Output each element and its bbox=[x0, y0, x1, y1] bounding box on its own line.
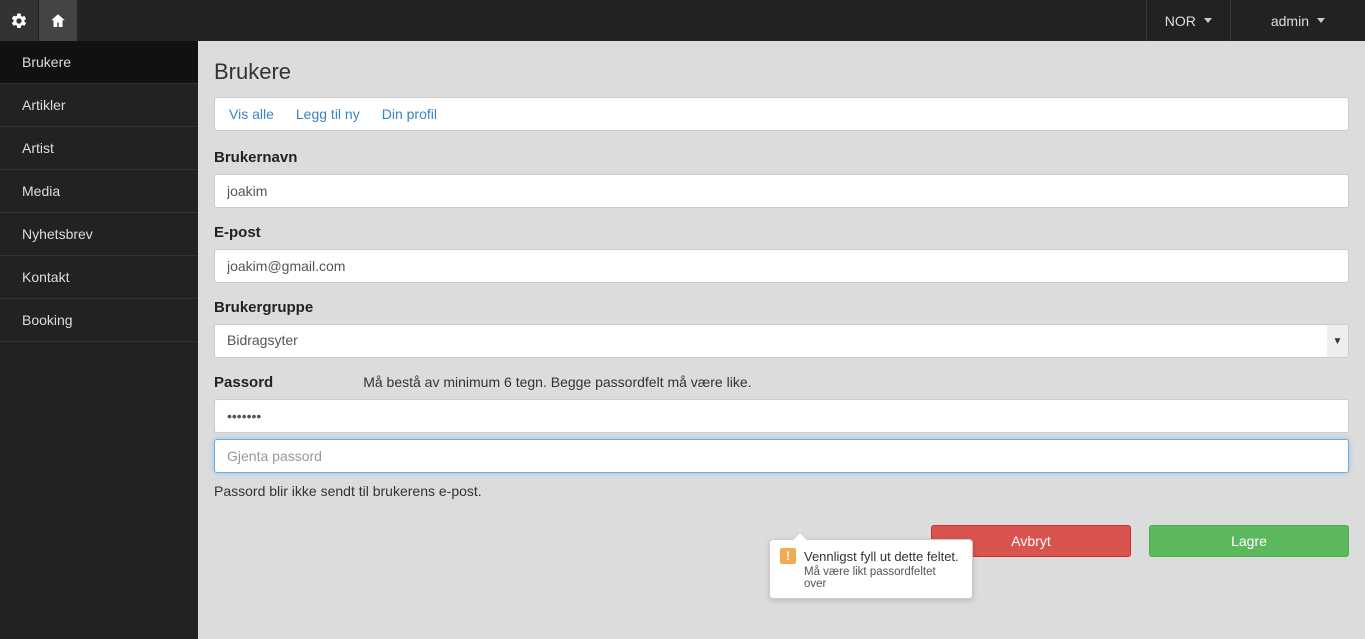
gear-icon bbox=[10, 12, 28, 30]
sidebar-item-nyhetsbrev[interactable]: Nyhetsbrev bbox=[0, 213, 198, 256]
group-select[interactable]: Bidragsyter ▼ bbox=[214, 324, 1349, 358]
sidebar-item-kontakt[interactable]: Kontakt bbox=[0, 256, 198, 299]
password-repeat-input[interactable] bbox=[214, 439, 1349, 473]
group-selected-value: Bidragsyter bbox=[214, 324, 1349, 358]
select-arrow-icon: ▼ bbox=[1327, 324, 1349, 358]
user-form: Brukernavn E-post Brukergruppe Bidragsyt… bbox=[214, 149, 1349, 557]
username-input[interactable] bbox=[214, 174, 1349, 208]
save-button[interactable]: Lagre bbox=[1149, 525, 1349, 557]
email-label: E-post bbox=[214, 224, 1349, 241]
language-label: NOR bbox=[1165, 13, 1196, 29]
settings-button[interactable] bbox=[0, 0, 38, 41]
password-label: Passord bbox=[214, 374, 273, 391]
topbar-left-icons bbox=[0, 0, 78, 41]
group-label: Brukergruppe bbox=[214, 299, 1349, 316]
user-label: admin bbox=[1271, 13, 1309, 29]
sidebar-item-label: Booking bbox=[22, 312, 73, 328]
caret-down-icon bbox=[1317, 18, 1325, 23]
language-dropdown[interactable]: NOR bbox=[1146, 0, 1230, 41]
page-title: Brukere bbox=[214, 59, 1349, 85]
tooltip-sub: Må være likt passordfeltet over bbox=[780, 566, 960, 590]
tabbar: Vis alle Legg til ny Din profil bbox=[214, 97, 1349, 131]
sidebar-item-media[interactable]: Media bbox=[0, 170, 198, 213]
warning-icon: ! bbox=[780, 548, 796, 564]
sidebar-item-label: Media bbox=[22, 183, 60, 199]
content: Brukere Vis alle Legg til ny Din profil … bbox=[198, 41, 1365, 639]
home-button[interactable] bbox=[39, 0, 77, 41]
topbar: NOR admin bbox=[0, 0, 1365, 41]
tooltip-title: Vennligst fyll ut dette feltet. bbox=[804, 549, 959, 564]
sidebar-item-label: Kontakt bbox=[22, 269, 69, 285]
email-input[interactable] bbox=[214, 249, 1349, 283]
password-note: Passord blir ikke sendt til brukerens e-… bbox=[214, 483, 1349, 499]
tab-add-new[interactable]: Legg til ny bbox=[296, 106, 360, 122]
sidebar: Brukere Artikler Artist Media Nyhetsbrev… bbox=[0, 41, 198, 639]
sidebar-item-label: Brukere bbox=[22, 54, 71, 70]
sidebar-item-label: Artikler bbox=[22, 97, 66, 113]
sidebar-item-booking[interactable]: Booking bbox=[0, 299, 198, 342]
user-dropdown[interactable]: admin bbox=[1230, 0, 1365, 41]
tab-show-all[interactable]: Vis alle bbox=[229, 106, 274, 122]
tab-your-profile[interactable]: Din profil bbox=[382, 106, 437, 122]
password-hint: Må bestå av minimum 6 tegn. Begge passor… bbox=[363, 374, 751, 390]
topbar-spacer bbox=[78, 0, 1146, 41]
sidebar-item-artist[interactable]: Artist bbox=[0, 127, 198, 170]
sidebar-item-artikler[interactable]: Artikler bbox=[0, 84, 198, 127]
validation-tooltip: ! Vennligst fyll ut dette feltet. Må vær… bbox=[769, 539, 973, 599]
caret-down-icon bbox=[1204, 18, 1212, 23]
username-label: Brukernavn bbox=[214, 149, 1349, 166]
password-input[interactable] bbox=[214, 399, 1349, 433]
sidebar-item-brukere[interactable]: Brukere bbox=[0, 41, 198, 84]
sidebar-item-label: Artist bbox=[22, 140, 54, 156]
home-icon bbox=[49, 12, 67, 30]
sidebar-item-label: Nyhetsbrev bbox=[22, 226, 93, 242]
